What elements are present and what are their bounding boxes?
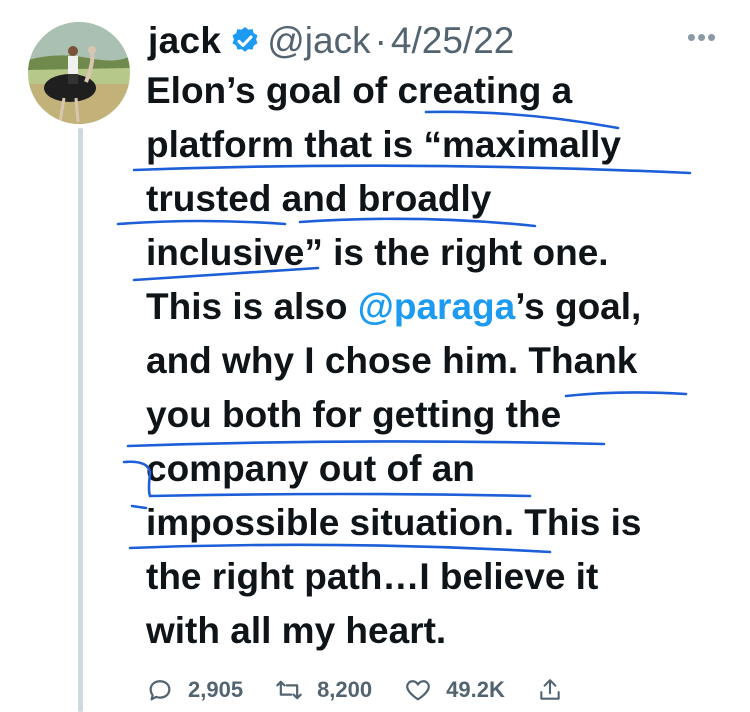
like-button[interactable]: 49.2K [404, 676, 505, 704]
retweet-button[interactable]: 8,200 [275, 676, 372, 704]
heart-icon [406, 680, 430, 701]
reply-button[interactable]: 2,905 [146, 676, 243, 704]
more-options-button[interactable]: ••• [682, 22, 722, 52]
avatar-image [28, 22, 130, 124]
tweet-header: jack @jack · 4/25/22 [148, 14, 514, 68]
tweet-line: This is also @paraga’s goal, [146, 280, 726, 334]
tweet-actions: 2,905 8,200 49.2K [146, 670, 609, 710]
tweet-line: impossible situation. This is [146, 502, 642, 543]
mention-link[interactable]: @paraga [358, 286, 515, 327]
avatar[interactable] [28, 22, 130, 124]
underline-mark [130, 504, 148, 510]
retweet-icon [276, 680, 302, 700]
separator-dot: · [374, 20, 387, 61]
more-horizontal-icon: ••• [686, 21, 718, 52]
tweet-text-segment: This is also [146, 286, 358, 327]
retweet-count: 8,200 [317, 677, 373, 702]
tweet-line: with all my heart. [146, 610, 447, 651]
author-handle[interactable]: @jack [267, 20, 370, 62]
tweet-line: inclusive” is the right one. [146, 232, 609, 273]
share-button[interactable] [537, 677, 577, 703]
tweet-line: and why I chose him. Thank [146, 340, 638, 381]
tweet-line: Elon’s goal of creating a [146, 70, 573, 111]
reply-count: 2,905 [188, 677, 244, 702]
tweet-line: trusted and broadly [146, 178, 492, 219]
tweet-line: the right path…I believe it [146, 556, 599, 597]
tweet-line: company out of an [146, 448, 475, 489]
verified-badge-icon [232, 27, 258, 52]
tweet-text-segment: ’s goal, [515, 286, 642, 327]
author-name[interactable]: jack [148, 20, 221, 62]
tweet-line: you both for getting the [146, 394, 562, 435]
tweet-text: Elon’s goal of creating a platform that … [146, 64, 726, 658]
reply-icon [149, 680, 171, 701]
like-count: 49.2K [446, 677, 505, 702]
tweet-line: platform that is “maximally [146, 124, 621, 165]
thread-line [78, 128, 83, 712]
tweet-date[interactable]: 4/25/22 [391, 20, 514, 62]
share-icon [540, 679, 560, 700]
